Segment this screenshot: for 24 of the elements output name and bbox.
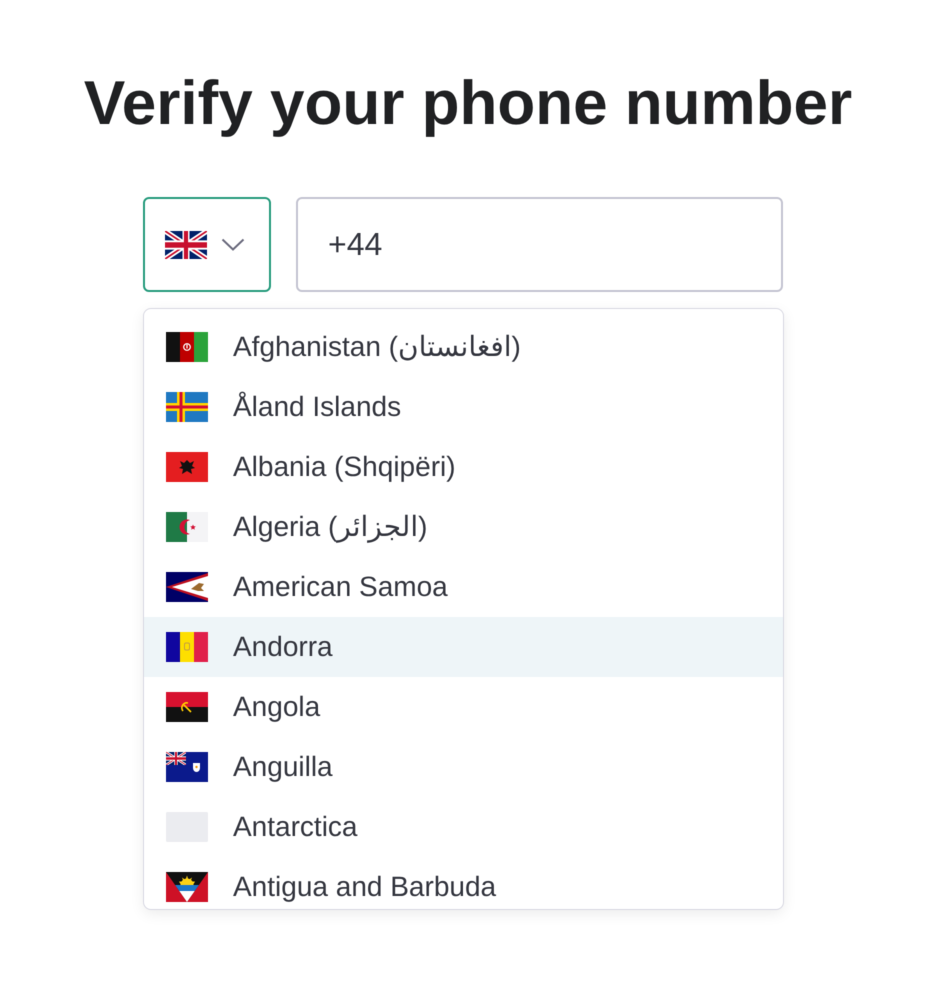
- country-option[interactable]: Algeria (الجزائر): [144, 497, 783, 557]
- country-option[interactable]: Antarctica: [144, 797, 783, 857]
- anguilla-flag-icon: [166, 752, 208, 782]
- aland-flag-icon: [166, 392, 208, 422]
- country-option[interactable]: Angola: [144, 677, 783, 737]
- country-option[interactable]: Åland Islands: [144, 377, 783, 437]
- country-option[interactable]: Afghanistan (افغانستان): [144, 317, 783, 377]
- chevron-down-icon: [221, 238, 245, 251]
- country-option[interactable]: Andorra: [144, 617, 783, 677]
- antigua-flag-icon: [166, 872, 208, 902]
- page-title: Verify your phone number: [82, 68, 854, 140]
- angola-flag-icon: [166, 692, 208, 722]
- country-option[interactable]: Albania (Shqipëri): [144, 437, 783, 497]
- country-select[interactable]: [143, 197, 271, 292]
- american-samoa-flag-icon: [166, 572, 208, 602]
- phone-number-input[interactable]: +44: [296, 197, 783, 292]
- afghanistan-flag-icon: [166, 332, 208, 362]
- country-option[interactable]: Antigua and Barbuda: [144, 857, 783, 909]
- country-option[interactable]: Anguilla: [144, 737, 783, 797]
- andorra-flag-icon: [166, 632, 208, 662]
- albania-flag-icon: [166, 452, 208, 482]
- country-option[interactable]: American Samoa: [144, 557, 783, 617]
- uk-flag-icon: [165, 230, 207, 258]
- algeria-flag-icon: [166, 512, 208, 542]
